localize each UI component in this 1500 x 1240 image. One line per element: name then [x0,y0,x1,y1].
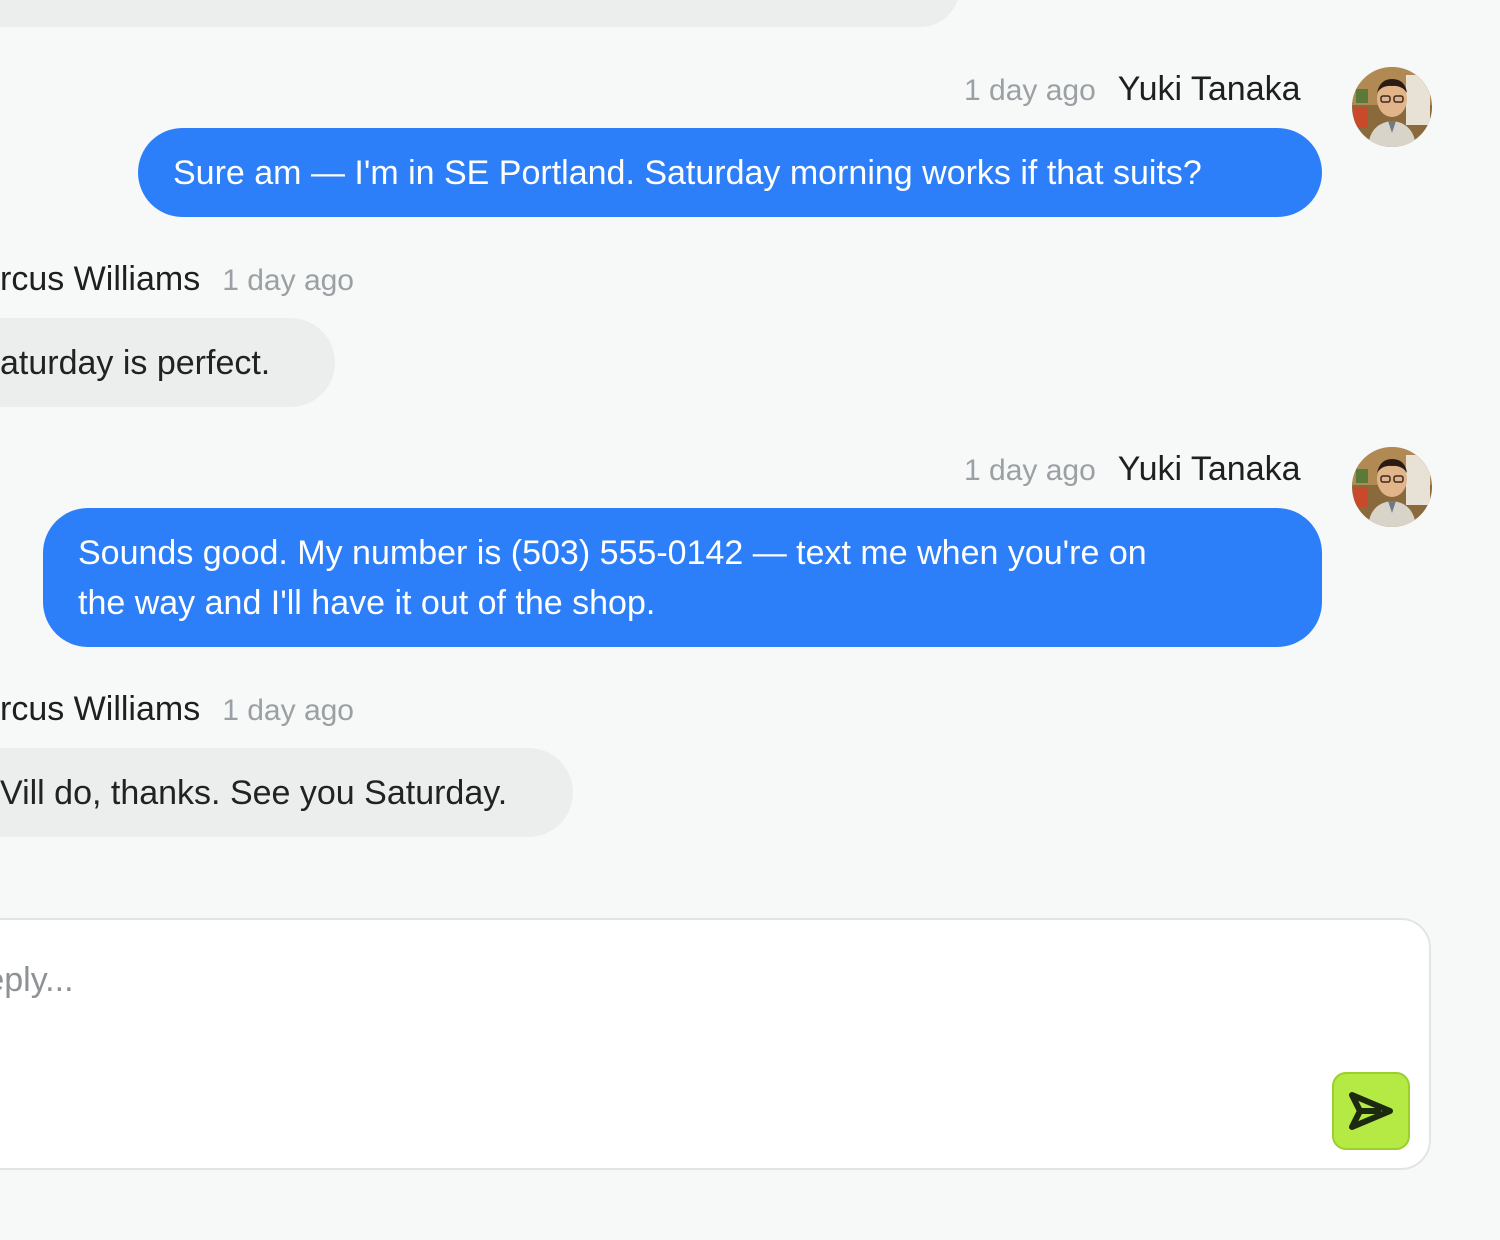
reply-input[interactable] [0,950,1272,1010]
message-text: aturday is perfect. [0,344,271,382]
send-arrow-icon [1349,1092,1393,1130]
message-timestamp: 1 day ago [222,694,354,727]
message-bubble-previous [0,0,960,27]
avatar[interactable] [1352,67,1432,147]
message-meta: 1 day ago Yuki Tanaka [964,70,1301,109]
sender-name: Yuki Tanaka [1117,70,1301,108]
message-timestamp: 1 day ago [964,454,1096,487]
message-bubble-incoming: aturday is perfect. [0,318,335,407]
sender-name: rcus Williams [0,260,201,298]
message-timestamp: 1 day ago [222,264,354,297]
message-text: Sure am — I'm in SE Portland. Saturday m… [173,154,1202,192]
message-meta: rcus Williams 1 day ago [0,690,354,729]
reply-composer [0,918,1431,1170]
message-meta: rcus Williams 1 day ago [0,260,354,299]
message-bubble-outgoing: Sounds good. My number is (503) 555-0142… [43,508,1322,647]
sender-name: rcus Williams [0,690,201,728]
message-text-line: the way and I'll have it out of the shop… [78,584,656,622]
message-bubble-outgoing: Sure am — I'm in SE Portland. Saturday m… [138,128,1322,217]
user-avatar-icon [1352,67,1432,147]
message-meta: 1 day ago Yuki Tanaka [964,450,1301,489]
user-avatar-icon [1352,447,1432,527]
message-text-line: Sounds good. My number is (503) 555-0142… [78,534,1147,572]
send-button[interactable] [1332,1072,1410,1150]
sender-name: Yuki Tanaka [1117,450,1301,488]
chat-thread: 1 day ago Yuki Tanaka Sure am — I'm in S… [0,0,1500,1240]
message-bubble-incoming: Vill do, thanks. See you Saturday. [0,748,573,837]
message-timestamp: 1 day ago [964,74,1096,107]
message-text: Vill do, thanks. See you Saturday. [0,774,508,812]
avatar[interactable] [1352,447,1432,527]
